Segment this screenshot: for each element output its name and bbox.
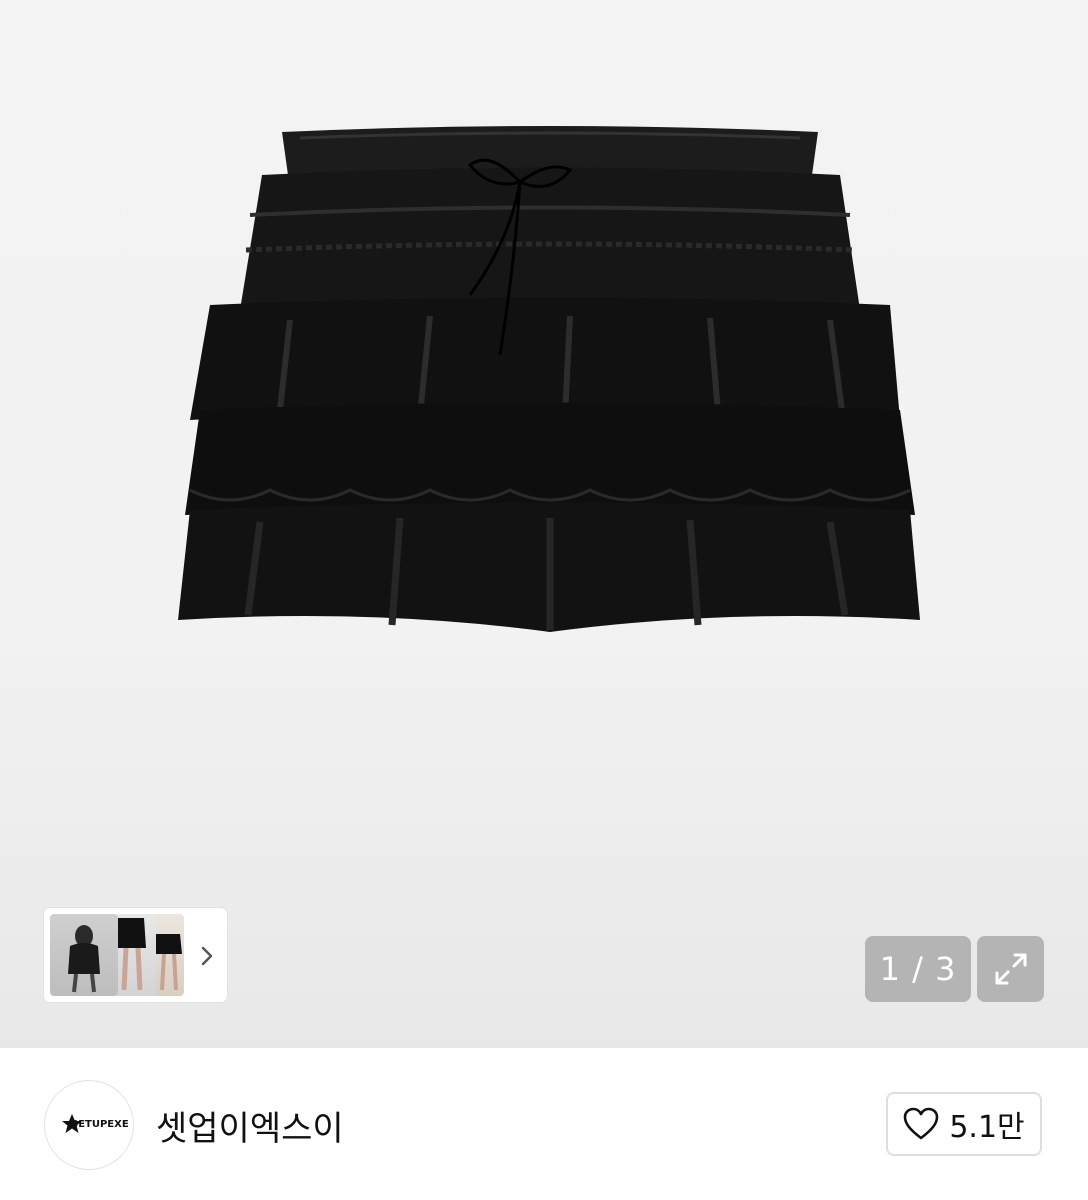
product-image-gallery[interactable] [0, 0, 1088, 1047]
expand-icon [995, 953, 1026, 985]
brand-logo[interactable]: SETUPEXE [44, 1080, 134, 1170]
heart-icon [904, 1107, 939, 1140]
thumbnail-1[interactable] [50, 914, 118, 996]
counter-text: 1 / 3 [879, 950, 957, 988]
product-image[interactable] [170, 120, 930, 660]
section-divider [0, 1047, 1088, 1048]
thumbnail-2[interactable] [114, 914, 156, 996]
like-button[interactable]: 5.1만 [886, 1092, 1042, 1156]
brand-name[interactable]: 셋업이엑스이 [156, 1101, 344, 1150]
image-page-counter: 1 / 3 [865, 936, 971, 1002]
chevron-right-icon[interactable] [196, 945, 218, 967]
expand-button[interactable] [977, 936, 1044, 1002]
like-count: 5.1만 [949, 1110, 1025, 1145]
brand-logo-text: SETUPEXE [71, 1119, 129, 1130]
